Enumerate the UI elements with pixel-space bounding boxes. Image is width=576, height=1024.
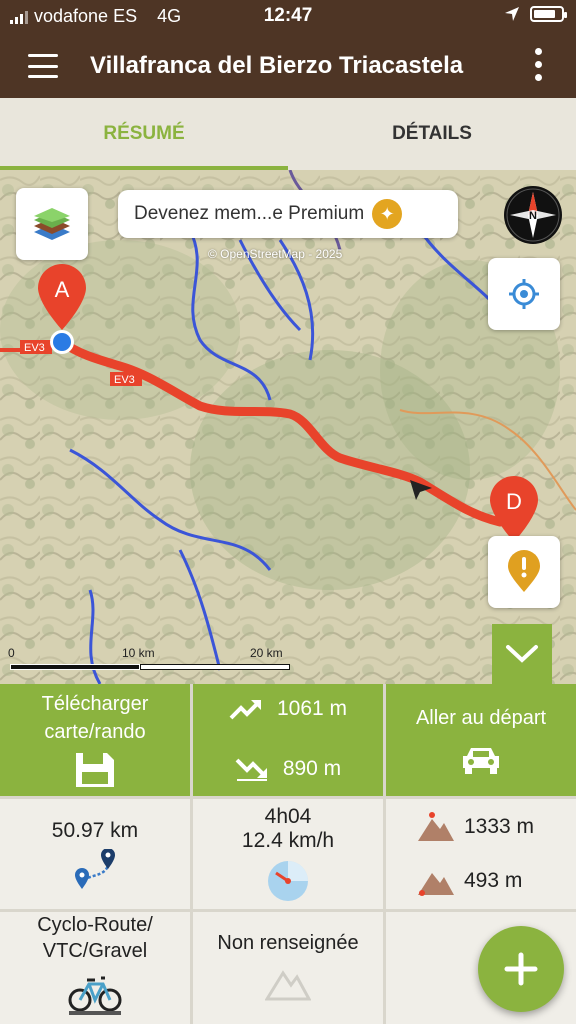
download-map-button[interactable]: Télécharger carte/rando xyxy=(0,684,190,796)
warning-pin-icon xyxy=(508,550,540,592)
distance-panel: 50.97 km xyxy=(0,799,190,909)
more-options-icon[interactable] xyxy=(535,48,542,81)
status-bar: vodafone ES 4G 12:47 xyxy=(0,0,576,36)
timer-icon xyxy=(268,861,308,901)
duration-value: 4h04 xyxy=(264,805,312,828)
crosshair-icon xyxy=(509,279,539,309)
premium-banner-text: Devenez mem...e Premium xyxy=(134,203,365,224)
difficulty-panel: Non renseignée xyxy=(193,912,383,1024)
road-label-2: EV3 xyxy=(114,374,135,386)
go-to-start-label: Aller au départ xyxy=(415,707,547,729)
difficulty-value: Non renseignée xyxy=(217,932,359,954)
battery-icon xyxy=(530,6,567,22)
map-scale: 0 10 km 20 km xyxy=(8,646,290,676)
scale-label-0: 0 xyxy=(8,646,15,660)
min-altitude-value: 493 m xyxy=(464,869,523,892)
max-altitude-value: 1333 m xyxy=(464,815,535,838)
tab-bar: RÉSUMÉ DÉTAILS xyxy=(0,98,576,170)
report-issue-button[interactable] xyxy=(488,536,560,608)
premium-star-icon: ✦ xyxy=(372,199,403,229)
page-title: Villafranca del Bierzo Triacastela xyxy=(90,52,464,79)
speed-value: 12.4 km/h xyxy=(241,829,335,852)
descent-icon xyxy=(235,758,267,781)
tab-details[interactable]: DÉTAILS xyxy=(288,98,576,170)
start-marker-label: A xyxy=(55,277,70,302)
tab-resume[interactable]: RÉSUMÉ xyxy=(0,98,288,170)
compass-icon[interactable]: N xyxy=(504,186,562,244)
chevron-down-icon xyxy=(506,645,538,663)
descent-value: 890 m xyxy=(282,757,342,780)
premium-banner[interactable]: Devenez mem...e Premium ✦ xyxy=(118,190,458,238)
activity-value: Cyclo-Route/ VTC/Gravel xyxy=(37,914,153,962)
add-fab-button[interactable] xyxy=(478,926,564,1012)
clock: 12:47 xyxy=(263,5,313,26)
activity-panel: Cyclo-Route/ VTC/Gravel xyxy=(0,912,190,1024)
distance-value: 50.97 km xyxy=(51,819,139,842)
duration-panel: 4h04 12.4 km/h xyxy=(193,799,383,909)
scale-label-10: 10 km xyxy=(122,646,155,660)
mountain-min-icon xyxy=(418,873,454,896)
map-layers-button[interactable] xyxy=(16,188,88,260)
my-location-button[interactable] xyxy=(488,258,560,330)
ascent-value: 1061 m xyxy=(276,697,348,720)
go-to-start-button[interactable]: Aller au départ xyxy=(386,684,576,796)
route-distance-icon xyxy=(75,848,115,889)
car-icon xyxy=(463,748,499,774)
hamburger-menu-icon[interactable] xyxy=(28,54,58,78)
mountain-max-icon xyxy=(418,812,454,841)
end-marker-label: D xyxy=(506,489,522,514)
layers-icon xyxy=(34,208,70,240)
plus-icon xyxy=(504,952,538,986)
mountain-outline-icon xyxy=(264,970,312,1001)
elevation-gain-panel: 1061 m 890 m xyxy=(193,684,383,796)
download-label: Télécharger carte/rando xyxy=(41,693,149,743)
route-map[interactable]: EV3 EV3 A D Devenez mem...e Premium ✦ © … xyxy=(0,170,576,684)
floppy-disk-icon xyxy=(76,753,114,787)
collapse-map-button[interactable] xyxy=(492,624,552,684)
svg-text:N: N xyxy=(529,210,537,222)
altitude-panel: 1333 m 493 m xyxy=(386,799,576,909)
map-attribution: © OpenStreetMap - 2025 xyxy=(208,247,343,261)
ascent-icon xyxy=(229,700,261,720)
app-header: Villafranca del Bierzo Triacastela xyxy=(0,36,576,98)
bicycle-icon xyxy=(68,976,122,1015)
road-label: EV3 xyxy=(24,342,45,354)
location-arrow-icon xyxy=(505,7,519,21)
scale-label-20: 20 km xyxy=(250,646,283,660)
